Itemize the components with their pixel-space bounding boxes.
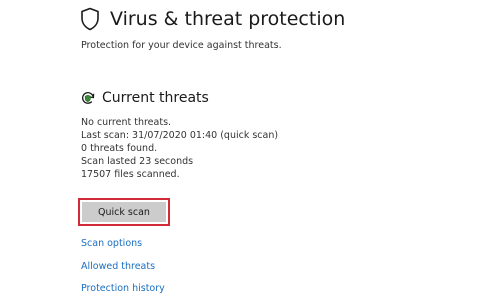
status-files-scanned: 17507 files scanned. [81, 169, 180, 180]
refresh-shield-icon [80, 90, 96, 106]
page-header: Virus & threat protection [80, 7, 345, 31]
status-last-scan: Last scan: 31/07/2020 01:40 (quick scan) [81, 130, 279, 141]
shield-icon [80, 7, 100, 31]
scan-status-list: No current threats. Last scan: 31/07/202… [81, 116, 278, 181]
page-subtitle: Protection for your device against threa… [81, 40, 282, 51]
scan-options-link[interactable]: Scan options [81, 238, 142, 249]
status-scan-duration: Scan lasted 23 seconds [81, 156, 194, 167]
current-threats-title: Current threats [102, 90, 209, 106]
status-threats-found: 0 threats found. [81, 143, 158, 154]
page-title: Virus & threat protection [110, 8, 346, 30]
quick-scan-button[interactable]: Quick scan [82, 202, 166, 222]
status-no-threats: No current threats. [81, 117, 172, 128]
allowed-threats-link[interactable]: Allowed threats [81, 261, 155, 272]
quick-scan-highlight: Quick scan [78, 198, 170, 226]
virus-threat-protection-page: Virus & threat protection Protection for… [0, 0, 480, 300]
current-threats-header: Current threats [80, 90, 209, 106]
protection-history-link[interactable]: Protection history [81, 283, 165, 294]
